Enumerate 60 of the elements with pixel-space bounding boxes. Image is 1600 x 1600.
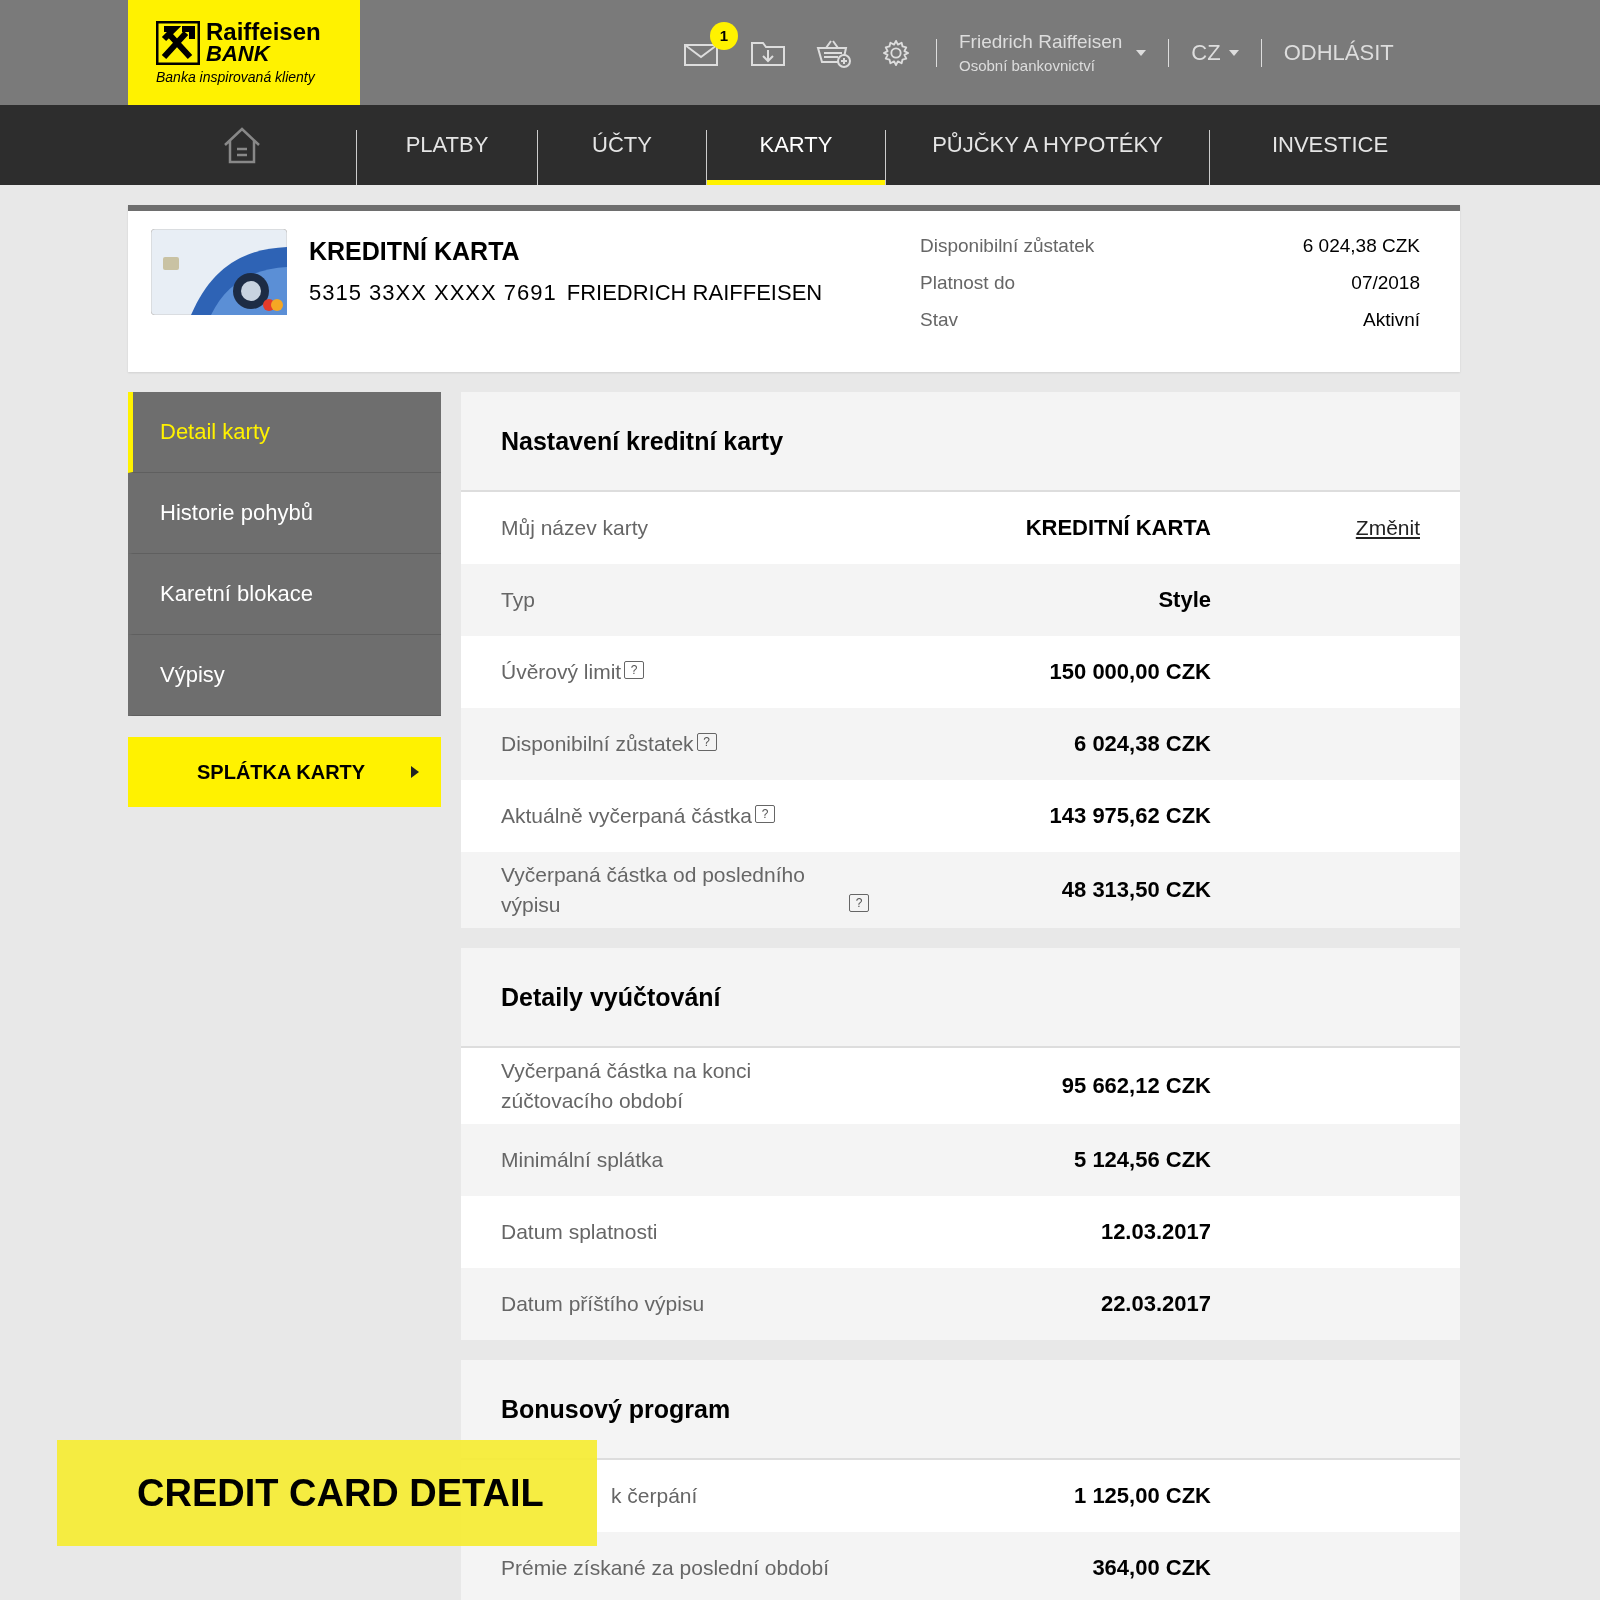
- row-label: Můj název karty: [501, 515, 649, 541]
- row-value: 5 124,56 CZK: [1073, 1147, 1211, 1173]
- sidebar-item[interactable]: Výpisy: [128, 635, 441, 716]
- row-value: 150 000,00 CZK: [1048, 659, 1211, 685]
- sidebar-item[interactable]: Detail karty: [128, 392, 441, 473]
- row-value: Style: [1157, 587, 1211, 613]
- row-label: Minimální splátka: [501, 1147, 664, 1173]
- bank-logo[interactable]: Raiffeisen BANK Banka inspirovaná klienty: [128, 0, 360, 105]
- row-value: 6 024,38 CZK: [1073, 731, 1211, 757]
- home-icon: [222, 125, 262, 165]
- caret-icon: [1136, 49, 1147, 56]
- row-label: Úvěrový limit: [501, 659, 622, 685]
- settings-icon: [882, 38, 910, 67]
- card-holder: FRIEDRICH RAIFFEISEN: [566, 280, 823, 306]
- slogan: Banka inspirovaná klienty: [156, 68, 317, 85]
- caption-text: CREDIT CARD DETAIL: [137, 1471, 544, 1515]
- sidebar-item[interactable]: Karetní blokace: [128, 554, 441, 635]
- row-label: Aktuálně vyčerpaná částka: [501, 803, 752, 829]
- row-label: Prémie získané za poslední období: [501, 1555, 830, 1581]
- help-button[interactable]: ?: [849, 894, 869, 912]
- row-label: Vyčerpaná částka od posledního výpisu: [501, 862, 806, 918]
- help-button[interactable]: ?: [624, 661, 645, 679]
- row-label: Vyčerpaná částka na konci zúčtovacího období: [501, 1058, 753, 1114]
- nav-tab[interactable]: PLATBY: [357, 105, 537, 185]
- detail-label: Stav: [920, 309, 960, 331]
- change-link[interactable]: Změnit: [1355, 516, 1420, 539]
- detail-value: Aktivní: [1361, 309, 1420, 331]
- row-value: KREDITNÍ KARTA: [1024, 515, 1211, 541]
- row-label: Datum splatnosti: [501, 1219, 658, 1245]
- row-label: k čerpání: [611, 1483, 698, 1509]
- nav-tab[interactable]: PŮJČKY A HYPOTÉKY: [886, 105, 1209, 185]
- caret-right-icon: [411, 766, 419, 778]
- mail-badge: 1: [710, 21, 738, 50]
- row-label: Datum příštího výpisu: [501, 1291, 705, 1317]
- row-label: Typ: [501, 587, 535, 613]
- logo-name: Raiffeisen: [206, 20, 321, 43]
- row-label: Disponibilní zůstatek: [501, 731, 694, 757]
- detail-label: Disponibilní zůstatek: [920, 235, 1096, 257]
- nav-tab[interactable]: INVESTICE: [1210, 105, 1450, 185]
- row-value: 48 313,50 CZK: [1060, 877, 1211, 903]
- help-button[interactable]: ?: [696, 733, 717, 751]
- detail-label: Platnost do: [920, 272, 1017, 294]
- logo-sub: BANK: [206, 42, 272, 65]
- caret-icon: [1228, 49, 1239, 56]
- help-button[interactable]: ?: [755, 805, 775, 823]
- row-value: 22.03.2017: [1099, 1291, 1211, 1317]
- row-value: 1 125,00 CZK: [1073, 1483, 1211, 1509]
- sidebar-item[interactable]: Historie pohybů: [128, 473, 441, 554]
- repayment-button[interactable]: SPLÁTKA KARTY: [128, 737, 441, 807]
- row-value: 12.03.2017: [1099, 1219, 1211, 1245]
- detail-value: 07/2018: [1350, 272, 1420, 294]
- detail-value: 6 024,38 CZK: [1301, 235, 1420, 257]
- row-value: 95 662,12 CZK: [1060, 1073, 1211, 1099]
- nav-tab[interactable]: ÚČTY: [538, 105, 706, 185]
- nav-tab[interactable]: KARTY: [707, 105, 885, 185]
- row-value: 364,00 CZK: [1091, 1555, 1211, 1581]
- logo-icon: [156, 20, 200, 65]
- card-number: 5315 33XX XXXX 7691: [309, 280, 557, 306]
- card-title: KREDITNÍ KARTA: [309, 237, 521, 266]
- row-value: 143 975,62 CZK: [1048, 803, 1211, 829]
